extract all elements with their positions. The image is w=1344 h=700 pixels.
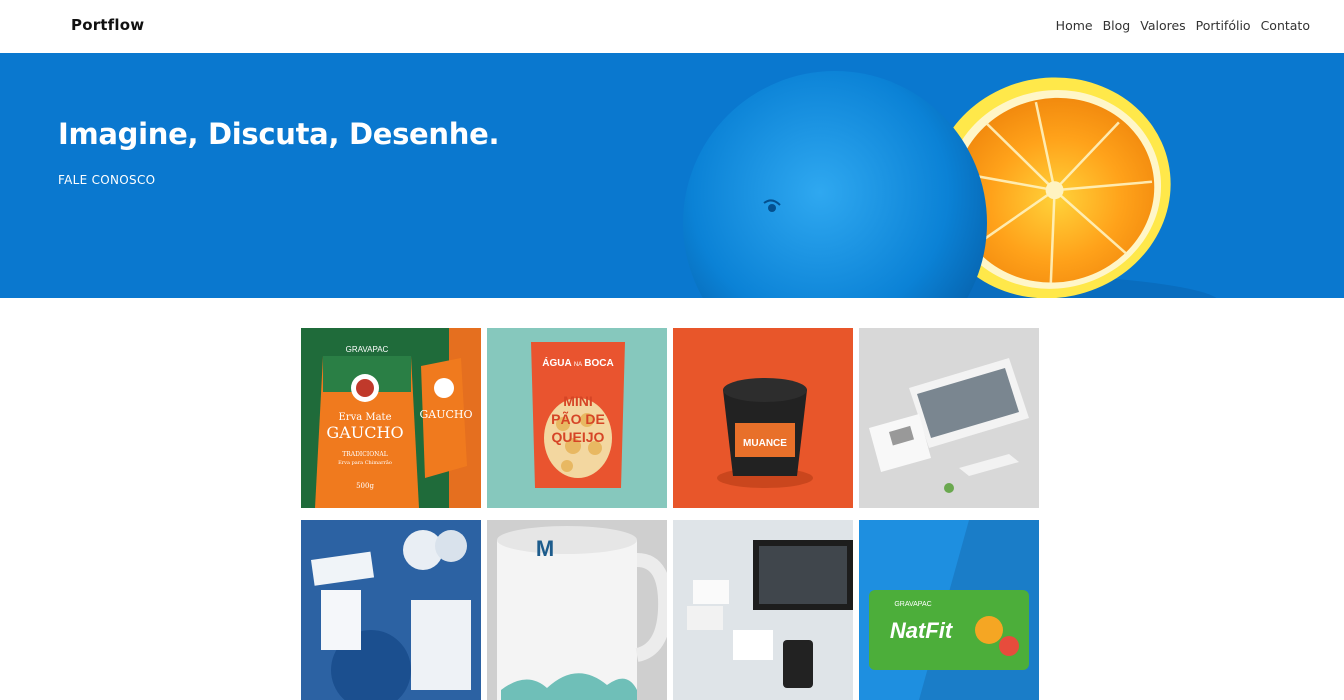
svg-text:MINI: MINI [563,393,593,409]
nav-links: Home Blog Valores Portifólio Contato [1056,18,1310,33]
svg-text:M: M [536,536,554,561]
svg-text:MUANCE: MUANCE [743,438,787,449]
nav-link-valores[interactable]: Valores [1140,18,1185,33]
svg-text:GAUCHO: GAUCHO [419,408,472,421]
portfolio-item-natfit[interactable]: GRAVAPAC NatFit [859,520,1039,700]
portfolio-item-website-mockup[interactable] [859,328,1039,508]
svg-text:NA: NA [574,362,582,368]
svg-text:QUEIJO: QUEIJO [552,429,605,445]
portfolio-item-muance[interactable]: MUANCE [673,328,853,508]
svg-text:GRAVAPAC: GRAVAPAC [894,601,931,608]
portfolio-item-stationery[interactable] [301,520,481,700]
navbar: Portflow Home Blog Valores Portifólio Co… [0,0,1344,53]
contact-cta-link[interactable]: FALE CONOSCO [58,173,155,187]
svg-text:NatFit: NatFit [890,618,954,643]
brand-logo[interactable]: Portflow [71,16,144,34]
svg-text:TRADICIONAL: TRADICIONAL [342,451,387,458]
svg-text:500g: 500g [356,482,374,490]
portfolio-item-mug[interactable]: M [487,520,667,700]
hero-title: Imagine, Discuta, Desenhe. [58,117,500,151]
svg-text:Erva Mate: Erva Mate [338,412,391,423]
nav-link-home[interactable]: Home [1056,18,1093,33]
nav-link-contato[interactable]: Contato [1261,18,1310,33]
portfolio-item-agua-na-boca[interactable]: ÁGUA NA BOCA MINI PÃO DE QUEIJO [487,328,667,508]
portfolio-grid: GRAVAPAC Erva Mate GAUCHO TRADICIONAL Er… [301,328,1039,700]
nav-link-blog[interactable]: Blog [1103,18,1131,33]
orange-image [683,71,1217,298]
hero-banner: Imagine, Discuta, Desenhe. FALE CONOSCO [0,53,1344,298]
svg-text:PÃO DE: PÃO DE [551,410,605,427]
nav-link-portifolio[interactable]: Portifólio [1196,18,1251,33]
svg-text:BOCA: BOCA [584,358,613,369]
svg-text:ÁGUA: ÁGUA [542,356,571,369]
portfolio-item-erva-mate[interactable]: GRAVAPAC Erva Mate GAUCHO TRADICIONAL Er… [301,328,481,508]
portfolio-item-web-devices[interactable] [673,520,853,700]
svg-text:GRAVAPAC: GRAVAPAC [346,345,389,354]
svg-text:GAUCHO: GAUCHO [326,423,403,442]
svg-text:Erva para Chimarrão: Erva para Chimarrão [338,459,392,466]
